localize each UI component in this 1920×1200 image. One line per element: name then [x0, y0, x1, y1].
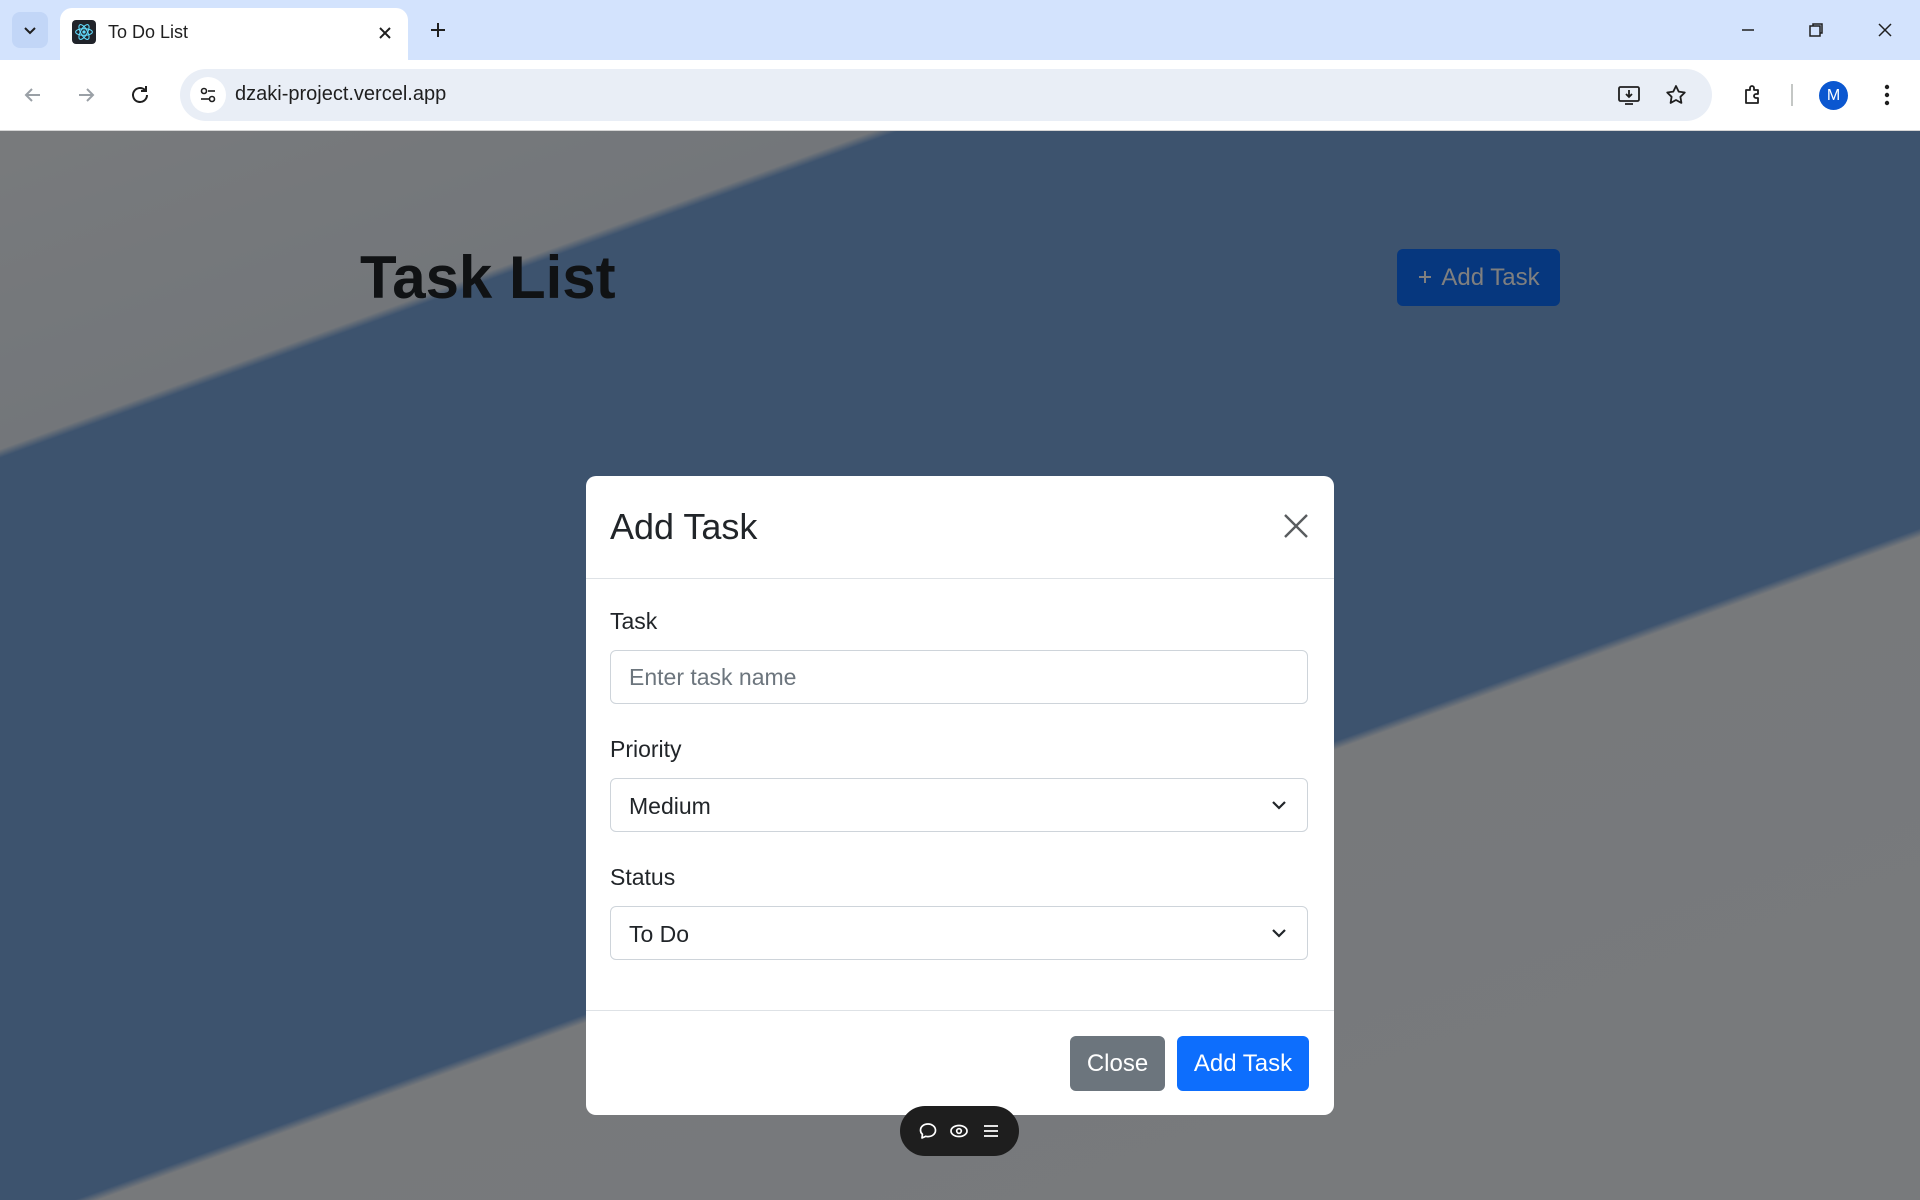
install-icon — [1618, 86, 1640, 105]
menu-icon[interactable] — [978, 1118, 1004, 1144]
chevron-down-icon — [24, 27, 36, 35]
add-task-submit-button[interactable]: Add Task — [1177, 1036, 1309, 1091]
reload-button[interactable] — [120, 75, 160, 115]
back-button[interactable] — [13, 75, 53, 115]
url-text: dzaki-project.vercel.app — [235, 83, 447, 105]
tab-search-button[interactable] — [12, 12, 48, 48]
arrow-left-icon — [24, 88, 40, 102]
comment-icon[interactable] — [915, 1118, 941, 1144]
add-task-modal: Add Task Task Priority Medium Status To … — [586, 476, 1334, 1115]
more-vertical-icon — [1884, 84, 1890, 106]
minimize-icon — [1742, 29, 1754, 31]
priority-selected-value: Medium — [629, 793, 711, 819]
arrow-right-icon — [79, 88, 95, 102]
status-label: Status — [610, 864, 676, 890]
plus-icon — [431, 23, 445, 37]
chevron-down-icon — [1267, 793, 1291, 817]
window-close-button[interactable] — [1857, 8, 1913, 52]
tab-close-button[interactable] — [372, 20, 398, 46]
close-icon — [1878, 23, 1892, 37]
extensions-button[interactable] — [1733, 75, 1773, 115]
site-info-button[interactable] — [190, 77, 226, 113]
modal-header: Add Task — [586, 476, 1334, 579]
minimize-button[interactable] — [1720, 8, 1776, 52]
chevron-down-icon — [1267, 921, 1291, 945]
new-tab-button[interactable] — [420, 12, 456, 48]
forward-button[interactable] — [66, 75, 106, 115]
floating-toolbar — [900, 1106, 1019, 1156]
browser-toolbar: dzaki-project.vercel.app M — [0, 60, 1920, 131]
bookmark-button[interactable] — [1658, 77, 1694, 113]
browser-menu-button[interactable] — [1867, 75, 1907, 115]
tune-icon — [200, 87, 216, 103]
install-app-button[interactable] — [1611, 77, 1647, 113]
modal-close-x-button[interactable] — [1276, 506, 1316, 546]
reload-icon — [132, 86, 148, 103]
page-viewport: Task List Add Task Add Task Task Priorit… — [0, 131, 1920, 1200]
modal-title: Add Task — [610, 506, 758, 547]
status-selected-value: To Do — [629, 921, 690, 947]
address-bar[interactable]: dzaki-project.vercel.app — [180, 69, 1712, 121]
task-label: Task — [610, 608, 658, 634]
browser-tab-strip: To Do List — [0, 0, 1920, 60]
modal-footer: Close Add Task — [586, 1010, 1334, 1115]
react-icon — [72, 20, 96, 44]
priority-label: Priority — [610, 736, 682, 762]
browser-tab[interactable]: To Do List — [60, 8, 408, 60]
task-name-input[interactable] — [610, 650, 1308, 704]
close-icon — [379, 27, 391, 39]
restore-icon — [1809, 23, 1823, 37]
priority-select[interactable]: Medium — [610, 778, 1308, 832]
profile-avatar[interactable]: M — [1819, 81, 1848, 110]
toolbar-divider — [1791, 84, 1793, 106]
restore-button[interactable] — [1788, 8, 1844, 52]
close-button[interactable]: Close — [1070, 1036, 1165, 1091]
eye-icon[interactable] — [946, 1118, 972, 1144]
close-icon — [1284, 514, 1308, 538]
puzzle-icon — [1745, 85, 1759, 104]
status-select[interactable]: To Do — [610, 906, 1308, 960]
star-icon — [1666, 85, 1686, 104]
tab-title: To Do List — [108, 22, 189, 42]
